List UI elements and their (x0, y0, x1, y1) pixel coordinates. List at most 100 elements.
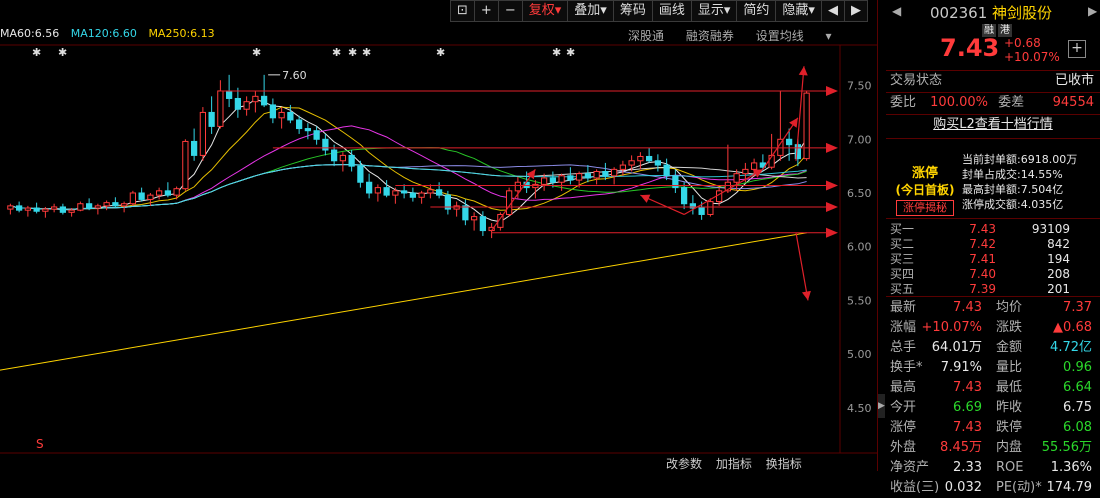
candlestick-chart[interactable]: ✱ ✱ ✱ ✱ ✱ ✱ ✱ ✱ ✱ S 7.60 7.50 7.00 6.50 6.00 5.50 5.00… (0, 0, 878, 471)
candle-body (304, 128, 311, 132)
margin-trading-link[interactable]: 融资融券 (686, 29, 734, 43)
plus-icon[interactable]: + (474, 0, 499, 22)
quote-label: 内盘 (996, 440, 1023, 455)
trend-arrow-down (795, 232, 809, 301)
candle-body (646, 155, 653, 162)
candle-body (68, 209, 75, 213)
next-stock-icon[interactable]: ▶ (1088, 4, 1097, 18)
candle-body (567, 175, 574, 181)
minus-icon[interactable]: − (498, 0, 523, 22)
quote-row: 总手 64.01万 金额 4.72亿 (886, 338, 1096, 358)
candle-body (576, 173, 583, 181)
order-book-row[interactable]: 买五 7.39 201 (890, 282, 1096, 297)
order-book-row[interactable]: 买一 7.43 93109 (890, 222, 1096, 237)
support-arrowhead (826, 85, 838, 96)
overlay-button[interactable]: 叠加▾ (568, 0, 614, 22)
display-button[interactable]: 显示▾ (691, 0, 738, 22)
candle-body (401, 190, 408, 194)
stock-code: 002361 (930, 4, 988, 22)
order-book-volume: 194 (1047, 252, 1070, 266)
add-indicator-link[interactable]: 加指标 (716, 457, 752, 471)
y-tick-label: 4.50 (847, 402, 872, 415)
stock-price: 7.43 (940, 34, 1000, 62)
candle-body (628, 160, 635, 166)
commission-ratio-label: 委比 (890, 95, 917, 110)
l2-purchase-link[interactable]: 购买L2查看十档行情 (890, 115, 1096, 135)
candle-body (462, 205, 469, 221)
ma-lines (0, 98, 808, 371)
candle-body (112, 202, 119, 207)
quote-label: 量比 (996, 360, 1023, 375)
order-book-row[interactable]: 买四 7.40 208 (890, 267, 1096, 282)
scroll-left-icon[interactable]: ◀ (821, 0, 845, 22)
prev-stock-icon[interactable]: ◀ (892, 4, 901, 18)
limit-up-stat-row: 涨停成交额:4.035亿 (962, 198, 1064, 211)
quote-value: 6.75 (1063, 400, 1092, 415)
limit-up-title: 涨停 (911, 166, 938, 181)
candle-body (532, 183, 539, 189)
quote-label: 收益(三) (890, 480, 940, 495)
quote-label: 昨收 (996, 400, 1023, 415)
lock-icon[interactable]: ⊡ (450, 0, 475, 22)
ma250-line (0, 232, 807, 371)
candle-body (409, 192, 416, 198)
order-book-label: 买四 (890, 267, 915, 281)
draw-line-button[interactable]: 画线 (652, 0, 692, 22)
quote-value: 4.72亿 (1050, 340, 1092, 355)
collapse-handle-icon[interactable]: ▶ (878, 394, 885, 418)
candle-body (374, 187, 381, 194)
y-tick-label: 5.50 (847, 294, 872, 307)
candle-body (156, 190, 163, 196)
simple-button[interactable]: 简约 (737, 0, 777, 22)
event-marker-icon: ✱ (436, 46, 445, 59)
candle-body (611, 168, 618, 177)
candle-body (541, 177, 548, 185)
candle-body (234, 97, 241, 110)
ma-settings-link[interactable]: 设置均线 ▾ (756, 29, 832, 43)
stock-name: 神剑股份 (992, 4, 1053, 22)
commission-diff-value: 94554 (1052, 95, 1094, 110)
order-book-label: 买二 (890, 237, 915, 251)
order-book-row[interactable]: 买二 7.42 842 (890, 237, 1096, 252)
quote-value: 6.64 (1063, 380, 1092, 395)
candle-body (514, 181, 521, 192)
chips-button[interactable]: 筹码 (613, 0, 653, 22)
quote-row: 最新 7.43 均价 7.37 (886, 298, 1096, 318)
candle-body (453, 205, 460, 210)
candle-body (619, 164, 626, 170)
hk-connect-link[interactable]: 深股通 (628, 29, 664, 43)
candle-body (33, 207, 40, 212)
candle-body (716, 190, 723, 203)
commission-diff-label: 委差 (998, 95, 1025, 110)
candle-body (707, 201, 714, 215)
candles (7, 74, 810, 239)
candle-body (339, 154, 346, 162)
limit-up-detail-button[interactable]: 涨停揭秘 (896, 200, 954, 216)
order-book-volume: 208 (1047, 267, 1070, 281)
event-marker-icon: ✱ (332, 46, 341, 59)
quote-value: 0.032 (944, 480, 982, 495)
quote-value: ▲0.68 (1053, 320, 1092, 335)
adjust-button[interactable]: 复权▾ (522, 0, 569, 22)
quote-value: 6.08 (1063, 420, 1092, 435)
candle-body (348, 154, 355, 167)
quote-row: 收益(三) 0.032 PE(动)* 174.79 (886, 478, 1096, 498)
candle-body (217, 90, 224, 127)
quote-value: 7.43 (953, 380, 982, 395)
add-watchlist-icon[interactable]: + (1068, 40, 1086, 58)
event-marker-icon: ✱ (362, 46, 371, 59)
quote-row: 今开 6.69 昨收 6.75 (886, 398, 1096, 418)
candle-body (479, 216, 486, 232)
trade-status-row: 交易状态 已收市 (890, 71, 1096, 91)
quote-label: 最新 (890, 300, 917, 315)
scroll-right-icon[interactable]: ▶ (844, 0, 868, 22)
support-arrowhead (826, 180, 838, 191)
max-annotation-label: 7.60 (282, 69, 307, 82)
edit-params-link[interactable]: 改参数 (666, 457, 702, 471)
quote-value: +10.07% (921, 320, 982, 335)
quote-label: 换手* (890, 360, 923, 375)
order-book-row[interactable]: 买三 7.41 194 (890, 252, 1096, 267)
candle-body (77, 203, 84, 211)
hide-button[interactable]: 隐藏▾ (776, 0, 822, 22)
switch-indicator-link[interactable]: 换指标 (766, 457, 802, 471)
